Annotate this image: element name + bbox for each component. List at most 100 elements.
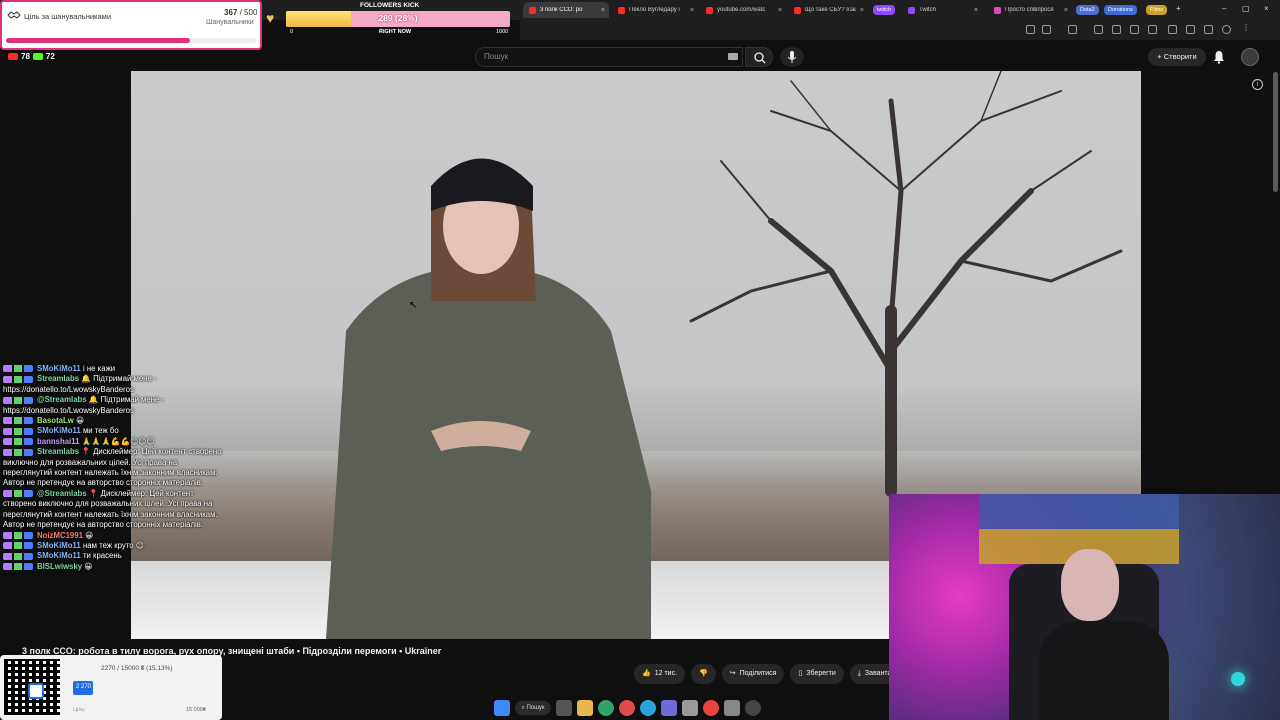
profile-icon[interactable]: [1222, 25, 1231, 34]
chat-badges-icon: [3, 490, 33, 498]
menu-icon[interactable]: ⋮: [1242, 23, 1251, 32]
extension-icon[interactable]: [1148, 25, 1157, 34]
keyboard-icon[interactable]: [728, 53, 738, 60]
chat-username[interactable]: NoizMC1991: [37, 531, 83, 540]
chat-username[interactable]: BasotaLw: [37, 416, 74, 425]
chat-badges-icon: [3, 375, 33, 383]
tab-label: Що таке СБУ? Ісаш: [805, 7, 856, 13]
chat-badges-icon: [3, 365, 33, 373]
extension-icon[interactable]: [1112, 25, 1121, 34]
app-icon[interactable]: [682, 700, 698, 716]
chat-username[interactable]: SMoKiMo11: [37, 541, 81, 550]
goal-progress-fill: [6, 38, 190, 43]
chat-message: @Streamlabs 🔔 Підтримай мене - https://d…: [3, 395, 223, 416]
maximize-icon[interactable]: ▢: [1242, 4, 1250, 13]
chat-username[interactable]: SMoKiMo11: [37, 364, 81, 373]
window-close-icon[interactable]: ×: [1264, 4, 1269, 13]
tab[interactable]: Пекло Вугледару і ×: [612, 2, 698, 18]
tab[interactable]: youtube.com/watc ×: [700, 2, 786, 18]
tab-group-pill[interactable]: Dota2: [1076, 5, 1099, 15]
avatar[interactable]: [1241, 48, 1259, 66]
chat-message: NoizMC1991 😀: [3, 531, 223, 541]
close-icon[interactable]: ×: [1064, 7, 1068, 14]
chat-username[interactable]: bannshai11: [37, 437, 79, 446]
close-icon[interactable]: ×: [974, 7, 978, 14]
new-tab-icon[interactable]: +: [1176, 4, 1181, 13]
chrome-icon[interactable]: [703, 700, 719, 716]
chat-username[interactable]: SMoKiMo11: [37, 426, 81, 435]
chat-username[interactable]: @Streamlabs: [37, 395, 87, 404]
share-button[interactable]: ↪ Поділитися: [721, 664, 785, 684]
donation-goal-label: Ціль:: [73, 707, 86, 713]
search-input[interactable]: Пошук: [475, 47, 743, 67]
edge-icon[interactable]: [598, 700, 614, 716]
kick-value: 289 (28%): [378, 13, 418, 23]
taskbar-search[interactable]: ⌕ Пошук: [515, 701, 551, 715]
share-label: Поділитися: [739, 670, 777, 677]
goal-count-value: 367: [224, 8, 238, 17]
notifications-bell-icon[interactable]: [1213, 50, 1225, 64]
bookmark-icon: ▯: [798, 670, 803, 677]
tab-label: Пекло Вугледару і: [629, 7, 680, 13]
chat-badges-icon: [3, 552, 33, 560]
chat-text: 😀: [76, 416, 85, 426]
chat-username[interactable]: @Streamlabs: [37, 489, 87, 498]
chat-badges-icon: [3, 417, 33, 425]
close-icon[interactable]: ×: [601, 7, 605, 14]
tab[interactable]: Просто співпрося ×: [988, 2, 1072, 18]
followers-kick-widget: FOLLOWERS KICK 289 (28%) 0 RIGHT NOW 100…: [286, 0, 512, 38]
youtube-icon: [706, 6, 713, 14]
tab-active[interactable]: 3 полк ССО: ро ×: [523, 2, 609, 18]
extension-icon[interactable]: [1094, 25, 1103, 34]
kick-now-label: RIGHT NOW: [379, 29, 412, 35]
voice-search-button[interactable]: [780, 47, 804, 67]
counter-left: 78: [21, 52, 30, 61]
scrollbar[interactable]: [1273, 72, 1278, 192]
dislike-button[interactable]: 👎: [691, 664, 716, 684]
extension-icon[interactable]: [1068, 25, 1077, 34]
tab-group-pill[interactable]: Films: [1146, 5, 1168, 15]
close-icon[interactable]: ×: [690, 7, 694, 14]
tab[interactable]: Що таке СБУ? Ісаш ×: [788, 2, 868, 18]
tab[interactable]: Twitch ×: [902, 2, 982, 18]
chat-text: 😀: [85, 530, 94, 540]
tab-group-pill[interactable]: twitch: [873, 5, 896, 15]
chat-username[interactable]: BISLwiwsky: [37, 562, 82, 571]
chat-username[interactable]: Streamlabs: [37, 447, 79, 456]
info-icon[interactable]: i: [1252, 79, 1263, 90]
chat-username[interactable]: SMoKiMo11: [37, 551, 81, 560]
settings-icon[interactable]: [724, 700, 740, 716]
like-button[interactable]: 👍 12 тис.: [634, 664, 686, 684]
obs-icon[interactable]: [745, 700, 761, 716]
search-button[interactable]: [745, 47, 773, 67]
extension-icon[interactable]: [1168, 25, 1177, 34]
download-icon: ⤓: [857, 670, 861, 677]
create-button[interactable]: + Створити: [1148, 48, 1206, 66]
youtube-icon: [8, 53, 18, 60]
file-explorer-icon[interactable]: [577, 700, 593, 716]
close-icon[interactable]: ×: [778, 7, 782, 14]
kick-title: FOLLOWERS KICK: [360, 2, 420, 9]
tab-label: 3 полк ССО: ро: [540, 7, 583, 13]
chat-username[interactable]: Streamlabs: [37, 374, 79, 383]
telegram-icon[interactable]: [640, 700, 656, 716]
bookmark-star-icon[interactable]: [1042, 25, 1051, 34]
chat-message: SMoKiMo11 ми теж бо: [3, 426, 223, 436]
chat-text: 📍 Дисклеймер: Цей контент створено виклю…: [3, 447, 222, 488]
goal-title: Ціль за шанувальниками: [24, 12, 112, 21]
download-icon[interactable]: [1204, 25, 1213, 34]
task-view-icon[interactable]: [556, 700, 572, 716]
sidebar-icon[interactable]: [1186, 25, 1195, 34]
save-button[interactable]: ▯ Зберегти: [790, 664, 844, 684]
extension-icon[interactable]: [1130, 25, 1139, 34]
tab-group-pill[interactable]: Donations: [1104, 5, 1137, 15]
close-icon[interactable]: ×: [860, 7, 864, 14]
minimize-icon[interactable]: –: [1222, 4, 1226, 13]
windows-start-icon[interactable]: [494, 700, 510, 716]
extension-icon[interactable]: [1026, 25, 1035, 34]
app-icon[interactable]: [619, 700, 635, 716]
search-icon: [754, 52, 766, 64]
donation-goal-amount: 15 000₴: [186, 707, 206, 713]
taskbar: ⌕ Пошук: [494, 698, 761, 718]
app-icon[interactable]: [661, 700, 677, 716]
